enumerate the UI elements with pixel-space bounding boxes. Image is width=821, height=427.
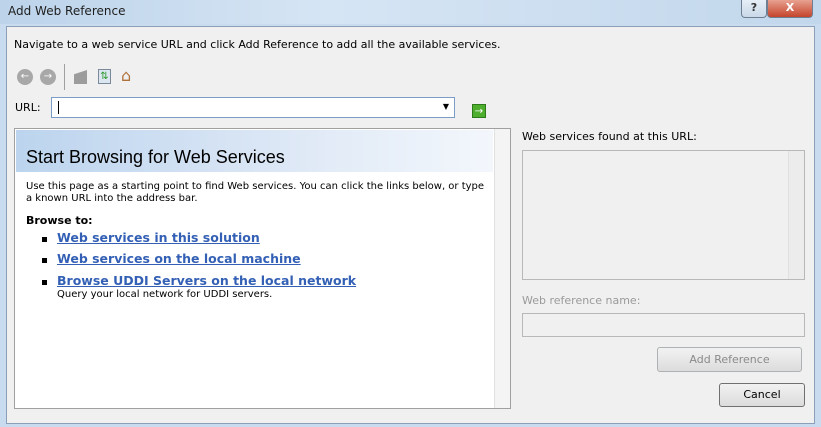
cancel-button[interactable]: Cancel (719, 383, 805, 407)
close-button[interactable]: X (767, 0, 813, 18)
link-local-machine-services[interactable]: Web services on the local machine (57, 251, 301, 266)
window-title: Add Web Reference (8, 4, 126, 18)
chevron-down-icon[interactable]: ▼ (443, 102, 449, 111)
title-bar: Add Web Reference ? X (0, 0, 821, 24)
toolbar-separator (64, 64, 65, 90)
bullet (42, 237, 47, 242)
services-found-label: Web services found at this URL: (522, 130, 697, 143)
browser-pane: Start Browsing for Web Services Use this… (14, 128, 511, 409)
uddi-description: Query your local network for UDDI server… (57, 289, 273, 300)
bullet (42, 258, 47, 263)
forward-icon[interactable]: → (40, 69, 56, 85)
text-caret (58, 101, 59, 114)
browser-description: Use this page as a starting point to fin… (26, 181, 485, 204)
services-list[interactable] (522, 150, 805, 280)
link-solution-services[interactable]: Web services in this solution (57, 230, 260, 245)
back-icon[interactable]: ← (17, 69, 33, 85)
url-label: URL: (15, 101, 41, 114)
list-scrollbar[interactable] (788, 151, 804, 279)
bullet (42, 280, 47, 285)
browser-heading: Start Browsing for Web Services (26, 147, 285, 167)
url-input[interactable]: ▼ (51, 97, 455, 118)
add-reference-button[interactable]: Add Reference (657, 347, 802, 372)
reference-name-label: Web reference name: (522, 294, 641, 307)
home-icon[interactable]: ⌂ (121, 66, 131, 85)
go-button[interactable]: → (472, 104, 486, 118)
vertical-scrollbar[interactable] (494, 129, 510, 408)
help-button[interactable]: ? (741, 0, 767, 18)
browse-to-label: Browse to: (26, 214, 93, 227)
instructions: Navigate to a web service URL and click … (14, 38, 501, 51)
refresh-icon[interactable]: ⇅ (98, 69, 111, 84)
link-uddi-servers[interactable]: Browse UDDI Servers on the local network (57, 273, 356, 288)
reference-name-input[interactable] (522, 313, 805, 337)
